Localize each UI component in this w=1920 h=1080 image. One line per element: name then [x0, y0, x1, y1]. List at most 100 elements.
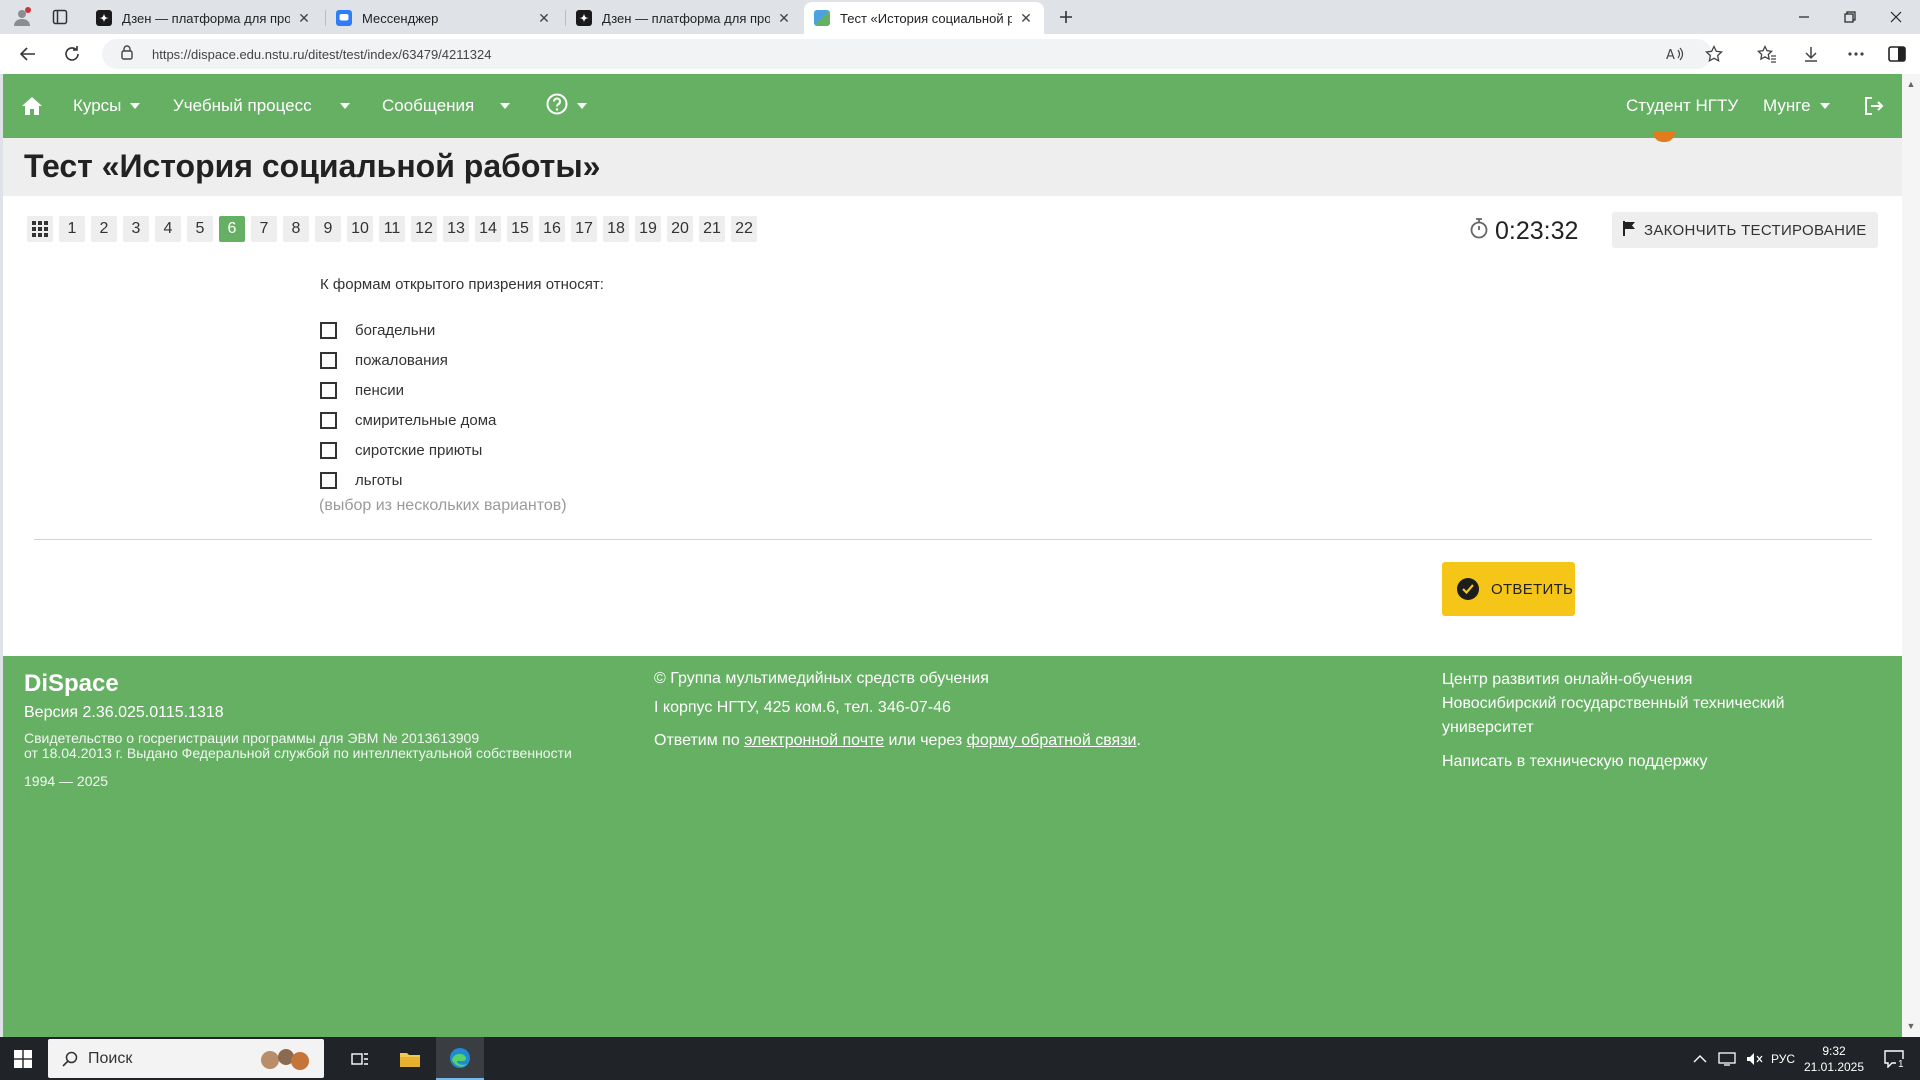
- answer-button[interactable]: ОТВЕТИТЬ: [1442, 562, 1575, 616]
- option-item[interactable]: сиротские приюты: [320, 435, 496, 465]
- option-item[interactable]: смирительные дома: [320, 405, 496, 435]
- option-item[interactable]: льготы: [320, 465, 496, 495]
- taskbar-search[interactable]: Поиск: [48, 1039, 324, 1078]
- restore-icon[interactable]: [1827, 0, 1873, 34]
- question-number[interactable]: 13: [443, 216, 469, 242]
- close-tab-icon[interactable]: ✕: [776, 10, 792, 27]
- checkbox[interactable]: [320, 411, 337, 429]
- link-university-line2[interactable]: университет: [1442, 719, 1534, 737]
- checkbox[interactable]: [320, 321, 337, 339]
- question-number[interactable]: 8: [283, 216, 309, 242]
- link-online-learning-center[interactable]: Центр развития онлайн-обучения: [1442, 671, 1692, 689]
- browser-tab-active[interactable]: Тест «История социальной работы» ✕: [804, 2, 1044, 34]
- question-number[interactable]: 2: [91, 216, 117, 242]
- edge-browser-icon[interactable]: [436, 1037, 484, 1080]
- checkbox[interactable]: [320, 351, 337, 369]
- task-view-icon[interactable]: [336, 1037, 384, 1080]
- option-label: пенсии: [355, 381, 405, 399]
- scroll-up-icon[interactable]: ▲: [1902, 76, 1920, 92]
- option-item[interactable]: пожалования: [320, 345, 496, 375]
- option-label: смирительные дома: [355, 411, 497, 429]
- read-aloud-icon[interactable]: A: [1661, 40, 1689, 68]
- lock-icon[interactable]: [112, 44, 142, 65]
- question-number[interactable]: 20: [667, 216, 693, 242]
- question-number[interactable]: 3: [123, 216, 149, 242]
- new-tab-icon[interactable]: [1052, 5, 1080, 29]
- question-number[interactable]: 5: [187, 216, 213, 242]
- downloads-icon[interactable]: [1797, 40, 1825, 68]
- answer-label: ОТВЕТИТЬ: [1491, 580, 1574, 598]
- network-icon[interactable]: [1718, 1037, 1736, 1080]
- question-number[interactable]: 18: [603, 216, 629, 242]
- question-number[interactable]: 11: [379, 216, 405, 242]
- question-number[interactable]: 12: [411, 216, 437, 242]
- feedback-form-link[interactable]: форму обратной связи: [967, 732, 1137, 749]
- profile-icon[interactable]: [8, 5, 36, 29]
- question-number[interactable]: 16: [539, 216, 565, 242]
- question-number[interactable]: 14: [475, 216, 501, 242]
- email-link[interactable]: электронной почте: [744, 732, 884, 749]
- close-tab-icon[interactable]: ✕: [536, 10, 552, 27]
- close-window-icon[interactable]: [1873, 0, 1919, 34]
- reload-icon[interactable]: [56, 40, 88, 68]
- option-item[interactable]: богадельни: [320, 315, 496, 345]
- browser-tab[interactable]: Мессенджер ✕: [326, 2, 562, 34]
- clock[interactable]: 9:32 21.01.2025: [1804, 1037, 1864, 1080]
- link-tech-support[interactable]: Написать в техническую поддержку: [1442, 753, 1708, 771]
- close-tab-icon[interactable]: ✕: [296, 10, 312, 27]
- minimize-icon[interactable]: [1781, 0, 1827, 34]
- notifications-icon[interactable]: 1: [1876, 1037, 1912, 1080]
- user-menu[interactable]: Мунге: [1763, 74, 1830, 138]
- volume-icon[interactable]: [1746, 1037, 1764, 1080]
- multiple-choice-hint: (выбор из нескольких вариантов): [319, 497, 567, 514]
- tray-chevron-icon[interactable]: [1693, 1037, 1707, 1080]
- tab-actions-icon[interactable]: [46, 5, 74, 29]
- finish-test-button[interactable]: ЗАКОНЧИТЬ ТЕСТИРОВАНИЕ: [1612, 212, 1878, 248]
- logout-icon[interactable]: [1864, 74, 1884, 138]
- question-number[interactable]: 1: [59, 216, 85, 242]
- nav-study-process-label: Учебный процесс: [173, 96, 312, 115]
- timer: 0:23:32: [1469, 216, 1578, 246]
- home-icon[interactable]: [21, 74, 43, 138]
- user-org[interactable]: Студент НГТУ: [1626, 74, 1738, 138]
- windows-start-icon[interactable]: [0, 1037, 46, 1080]
- close-tab-icon[interactable]: ✕: [1018, 10, 1034, 27]
- nav-help[interactable]: [546, 74, 587, 138]
- more-menu-icon[interactable]: [1842, 40, 1870, 68]
- checkbox[interactable]: [320, 471, 337, 489]
- question-number[interactable]: 19: [635, 216, 661, 242]
- option-item[interactable]: пенсии: [320, 375, 496, 405]
- nav-messages[interactable]: Сообщения: [382, 74, 511, 138]
- checkbox[interactable]: [320, 381, 337, 399]
- question-number[interactable]: 4: [155, 216, 181, 242]
- question-number[interactable]: 15: [507, 216, 533, 242]
- page-scrollbar[interactable]: ▲ ▼: [1902, 74, 1920, 1037]
- scroll-down-icon[interactable]: ▼: [1902, 1018, 1920, 1034]
- file-explorer-icon[interactable]: [386, 1037, 434, 1080]
- question-number[interactable]: 10: [347, 216, 373, 242]
- input-language[interactable]: РУС: [1771, 1037, 1795, 1080]
- footer-cert-line2: от 18.04.2013 г. Выдано Федеральной служ…: [24, 745, 572, 761]
- question-number[interactable]: 7: [251, 216, 277, 242]
- question-number[interactable]: 17: [571, 216, 597, 242]
- favorite-star-icon[interactable]: [1700, 40, 1728, 68]
- browser-tab[interactable]: Дзен — платформа для просмотра ✕: [566, 2, 802, 34]
- nav-study-process[interactable]: Учебный процесс: [173, 74, 350, 138]
- question-number[interactable]: 9: [315, 216, 341, 242]
- browser-tab[interactable]: Дзен — платформа для просмотра ✕: [86, 2, 322, 34]
- link-university-line1[interactable]: Новосибирский государственный технически…: [1442, 695, 1785, 713]
- grid-icon[interactable]: [27, 216, 53, 242]
- checkbox[interactable]: [320, 441, 337, 459]
- back-icon[interactable]: [12, 40, 44, 68]
- favorites-icon[interactable]: [1753, 40, 1781, 68]
- question-number-current[interactable]: 6: [219, 216, 245, 242]
- nav-courses[interactable]: Курсы: [73, 74, 141, 138]
- question-number[interactable]: 22: [731, 216, 757, 242]
- contact-prefix: Ответим по: [654, 732, 740, 749]
- clock-time: 9:32: [1822, 1043, 1846, 1058]
- page-header: Тест «История социальной работы»: [3, 132, 1902, 196]
- tab-label: Тест «История социальной работы»: [840, 10, 1012, 26]
- address-field[interactable]: https://dispace.edu.nstu.ru/ditest/test/…: [102, 39, 1712, 69]
- question-number[interactable]: 21: [699, 216, 725, 242]
- sidebar-toggle-icon[interactable]: [1883, 40, 1911, 68]
